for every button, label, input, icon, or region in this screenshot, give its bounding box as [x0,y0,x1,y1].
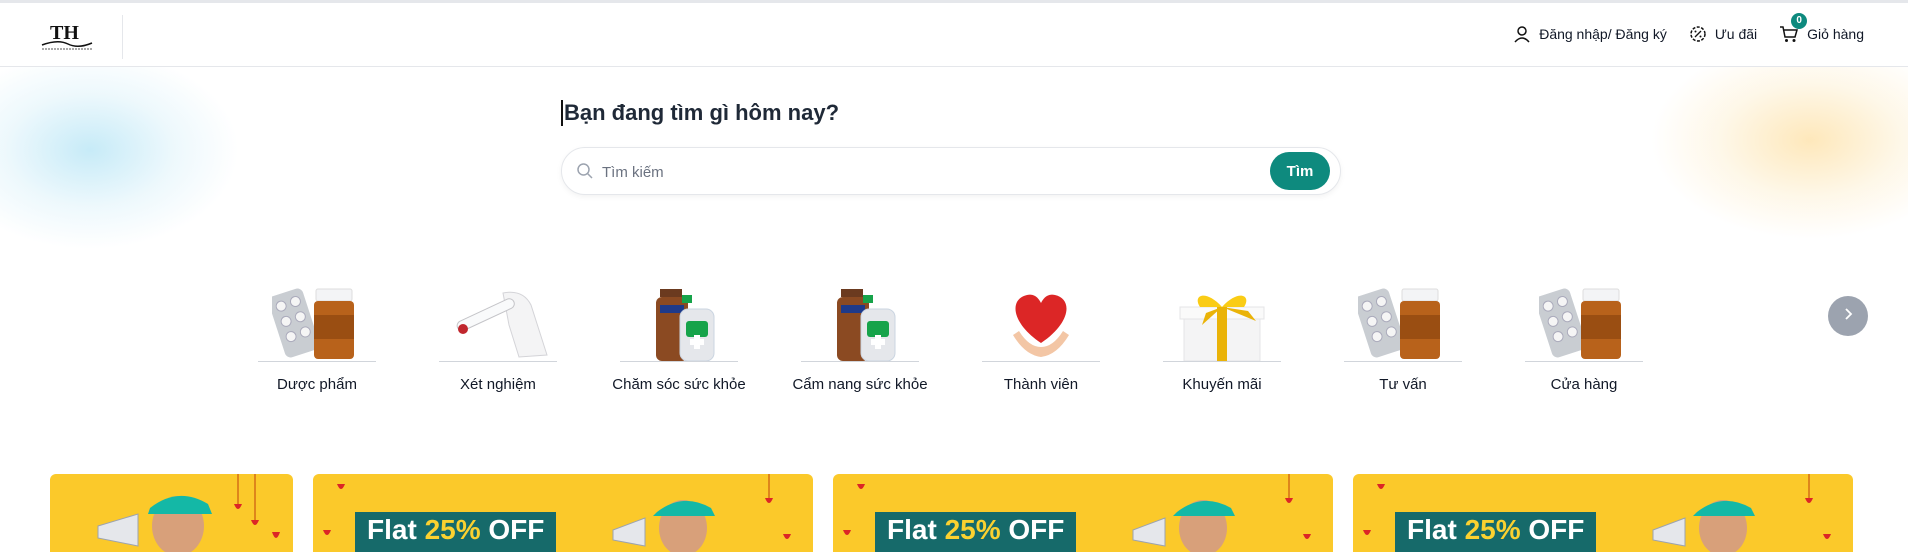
discount-tag: Flat 25% OFF [355,512,557,552]
category-label: Khuyến mãi [1182,376,1262,393]
cart-label: Giỏ hàng [1807,26,1864,42]
test-tube-icon [439,282,557,362]
category-label: Cẩm nang sức khỏe [792,376,928,393]
megaphone-man-illustration [97,474,280,552]
category-label: Chăm sóc sức khỏe [612,376,746,393]
category-label: Cửa hàng [1550,376,1618,393]
category-item[interactable]: Thành viên [982,282,1100,393]
pills-bottle-icon [1525,282,1643,362]
discount-suffix: OFF [1000,514,1065,545]
lotion-bottles-icon [620,282,738,362]
heart-hands-icon [982,282,1100,362]
deals-link[interactable]: Ưu đãi [1689,25,1757,43]
category-item[interactable]: Dược phẩm [258,282,376,393]
svg-text:TH: TH [50,22,79,44]
promo-banner[interactable]: Flat 25% OFF [833,474,1333,552]
discount-prefix: Flat [1407,514,1465,545]
category-carousel: Dược phẩm Xét nghiệm Chăm sóc sức khỏe C… [258,282,1643,393]
carousel-next-button[interactable] [1828,296,1868,336]
promo-banner[interactable]: Flat 25% OFF [1353,474,1853,552]
gift-box-icon [1163,282,1281,362]
decorative-blob-blue [0,50,240,250]
discount-highlight: 25% [424,514,481,545]
discount-suffix: OFF [1520,514,1585,545]
category-label: Xét nghiệm [460,376,536,393]
category-item[interactable]: Cửa hàng [1525,282,1643,393]
search-icon [576,162,594,185]
discount-tag: Flat 25% OFF [1395,512,1597,552]
cart-icon: 0 [1779,13,1808,43]
category-item[interactable]: Xét nghiệm [439,282,557,393]
lotion-bottles-icon [801,282,919,362]
search-bar: Tìm [561,147,1341,195]
discount-prefix: Flat [367,514,425,545]
search-input[interactable] [602,158,1222,186]
discount-highlight: 25% [944,514,1001,545]
pills-bottle-icon [1344,282,1462,362]
category-item[interactable]: Chăm sóc sức khỏe [612,282,746,393]
decorative-blob-orange [1650,40,1908,240]
hero-title: Bạn đang tìm gì hôm nay? [561,100,839,126]
search-button[interactable]: Tìm [1270,152,1330,190]
pills-bottle-icon [258,282,376,362]
login-link[interactable]: Đăng nhập/ Đăng ký [1513,25,1667,43]
discount-suffix: OFF [480,514,545,545]
discount-tag: Flat 25% OFF [875,512,1077,552]
site-header: TH Đăng nhập/ Đăng ký Ưu đãi 0 Giỏ hàng [0,3,1908,67]
category-item[interactable]: Cẩm nang sức khỏe [792,282,928,393]
header-nav: Đăng nhập/ Đăng ký Ưu đãi 0 Giỏ hàng [1513,13,1864,43]
cart-link[interactable]: 0 Giỏ hàng [1779,13,1864,43]
cart-count-badge: 0 [1791,13,1808,29]
discount-prefix: Flat [887,514,945,545]
category-label: Dược phẩm [277,376,357,393]
promo-banner[interactable] [50,474,293,552]
login-label: Đăng nhập/ Đăng ký [1539,26,1667,42]
chevron-right-icon [1841,307,1855,326]
promo-banner[interactable]: Flat 25% OFF [313,474,813,552]
discount-highlight: 25% [1464,514,1521,545]
category-item[interactable]: Khuyến mãi [1163,282,1281,393]
user-icon [1513,25,1531,43]
category-item[interactable]: Tư vấn [1344,282,1462,393]
brand-logo[interactable]: TH [38,17,96,55]
category-label: Tư vấn [1379,376,1427,393]
logo-divider [122,15,123,59]
discount-badge-icon [1689,25,1707,43]
category-label: Thành viên [1003,376,1079,393]
deals-label: Ưu đãi [1714,26,1758,42]
